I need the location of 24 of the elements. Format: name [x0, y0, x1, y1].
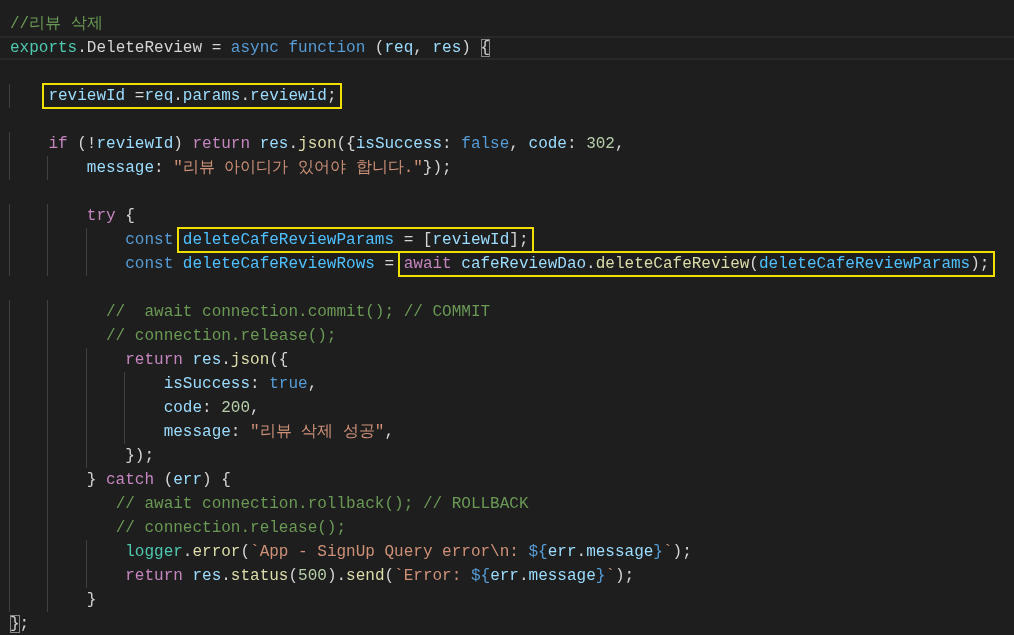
code-line: };: [10, 614, 30, 635]
code-line: });: [125, 446, 155, 467]
code-line: // await connection.commit(); // COMMIT: [106, 302, 491, 323]
highlight-box: reviewId =req.params.reviewid;: [42, 83, 343, 109]
code-line: } catch (err) {: [86, 470, 231, 491]
code-line: message: "리뷰 아이디가 있어야 합니다."});: [86, 158, 452, 179]
code-line: try {: [86, 206, 135, 227]
code-line: exports.DeleteReview = async function (req, res) {: [10, 38, 491, 59]
code-line: const: [125, 230, 175, 251]
code-line: return res.status(500).send(`Error: ${err.message}`);: [125, 566, 635, 587]
highlight-box: deleteCafeReviewParams = [reviewId];: [176, 227, 535, 253]
code-line: code: 200,: [163, 398, 260, 419]
highlight-box: await cafeReviewDao.deleteCafeReview(deleteCafeReviewParams);: [397, 251, 996, 277]
code-line: if (!reviewId) return res.json({isSuccess: false, code: 302,: [48, 134, 625, 155]
code-line: // connection.release();: [106, 326, 337, 347]
code-line: }: [86, 590, 97, 611]
code-line: const deleteCafeReviewRows =: [125, 254, 396, 275]
code-line: //리뷰 삭제: [10, 14, 103, 35]
code-line: logger.error(`App - SignUp Query error\n: ${err.message}`);: [125, 542, 692, 563]
code-line: // await connection.rollback(); // ROLLBACK: [115, 494, 529, 515]
code-line: // connection.release();: [115, 518, 347, 539]
code-line: return res.json({: [125, 350, 289, 371]
code-line: isSuccess: true,: [163, 374, 318, 395]
code-line: message: "리뷰 삭제 성공",: [163, 422, 395, 443]
